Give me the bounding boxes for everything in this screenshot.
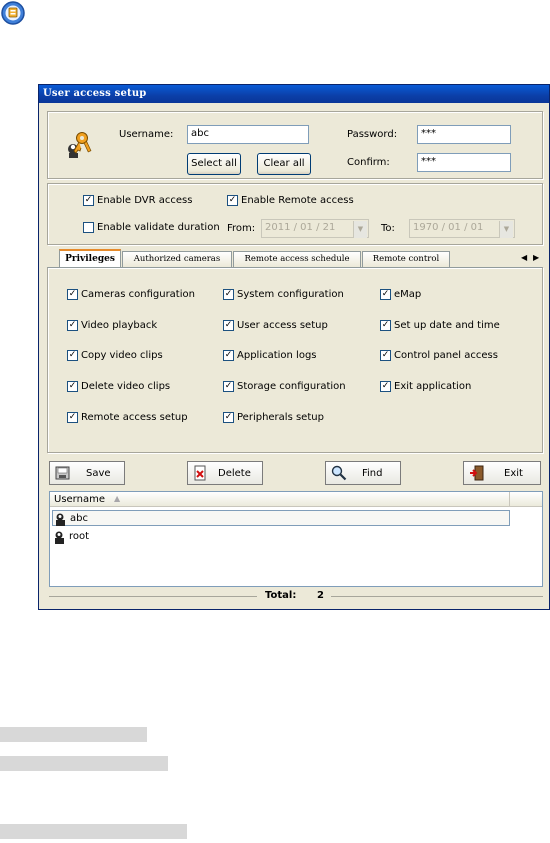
confirm-label: Confirm: [347, 157, 390, 168]
placeholder-bar [0, 727, 147, 742]
privilege-checkbox[interactable]: ✓ [380, 381, 391, 392]
select-all-button[interactable]: Select all [187, 153, 241, 175]
enable-dvr-checkbox[interactable]: ✓ [83, 195, 94, 206]
to-date-value: 1970 / 01 / 01 [413, 222, 484, 233]
user-icon [54, 512, 68, 526]
enable-validate-checkbox[interactable] [83, 222, 94, 233]
enable-remote-label: Enable Remote access [241, 195, 354, 206]
enable-remote-checkbox[interactable]: ✓ [227, 195, 238, 206]
privilege-checkbox[interactable]: ✓ [67, 320, 78, 331]
column-header-username[interactable]: Username ▲ [50, 492, 510, 507]
from-date-picker[interactable]: 2011 / 01 / 21 ▼ [261, 219, 369, 238]
privilege-label: Video playback [81, 320, 158, 331]
save-button[interactable]: Save [49, 461, 125, 485]
save-icon [55, 465, 71, 481]
total-value: 2 [317, 590, 324, 601]
tab-scroll-right-icon[interactable]: ▶ [533, 253, 539, 262]
privilege-label: User access setup [237, 320, 328, 331]
footer-divider-left [49, 596, 257, 597]
privilege-label: Remote access setup [81, 412, 188, 423]
placeholder-bar [0, 756, 168, 771]
username-cell: root [69, 531, 90, 542]
total-label: Total: [265, 590, 297, 601]
delete-label: Delete [218, 468, 251, 479]
privilege-checkbox[interactable]: ✓ [67, 350, 78, 361]
privilege-label: Exit application [394, 381, 472, 392]
find-icon [331, 465, 347, 481]
username-label: Username: [119, 129, 174, 140]
privilege-checkbox[interactable]: ✓ [380, 289, 391, 300]
sort-ascending-icon: ▲ [114, 494, 121, 503]
privilege-checkbox[interactable]: ✓ [67, 289, 78, 300]
privilege-label: Control panel access [394, 350, 498, 361]
chevron-down-icon[interactable]: ▼ [499, 221, 513, 238]
list-item[interactable]: abc [52, 510, 510, 526]
privilege-checkbox[interactable]: ✓ [67, 381, 78, 392]
privilege-checkbox[interactable]: ✓ [223, 350, 234, 361]
exit-icon [469, 465, 485, 481]
privilege-checkbox[interactable]: ✓ [380, 320, 391, 331]
privilege-label: eMap [394, 289, 422, 300]
privilege-checkbox[interactable]: ✓ [223, 320, 234, 331]
privilege-label: Set up date and time [394, 320, 500, 331]
privilege-checkbox[interactable]: ✓ [380, 350, 391, 361]
app-icon [0, 0, 28, 28]
privilege-label: Storage configuration [237, 381, 346, 392]
privilege-label: Copy video clips [81, 350, 163, 361]
privilege-checkbox[interactable]: ✓ [223, 381, 234, 392]
save-label: Save [86, 468, 111, 479]
password-input[interactable]: *** [417, 125, 511, 144]
chevron-down-icon[interactable]: ▼ [353, 221, 367, 238]
tab-remote-control[interactable]: Remote control [362, 251, 450, 267]
from-label: From: [227, 223, 256, 234]
privilege-checkbox[interactable]: ✓ [67, 412, 78, 423]
find-button[interactable]: Find [325, 461, 401, 485]
user-list[interactable]: Username ▲ abc root [49, 491, 543, 587]
window-title: User access setup [43, 88, 147, 99]
list-item[interactable]: root [52, 529, 510, 545]
user-access-setup-window: User access setup Username: abc Password… [38, 84, 550, 610]
clear-all-button[interactable]: Clear all [257, 153, 311, 175]
to-date-picker[interactable]: 1970 / 01 / 01 ▼ [409, 219, 515, 238]
from-date-value: 2011 / 01 / 21 [265, 222, 336, 233]
privilege-label: Cameras configuration [81, 289, 195, 300]
placeholder-bar [0, 824, 187, 839]
enable-dvr-label: Enable DVR access [97, 195, 193, 206]
delete-button[interactable]: Delete [187, 461, 263, 485]
privilege-label: Delete video clips [81, 381, 171, 392]
tab-privileges[interactable]: Privileges [59, 249, 121, 268]
privilege-label: Peripherals setup [237, 412, 324, 423]
title-bar[interactable]: User access setup [39, 85, 549, 103]
privilege-label: System configuration [237, 289, 344, 300]
footer-divider-right [331, 596, 543, 597]
find-label: Find [362, 468, 383, 479]
column-header-label: Username [54, 494, 105, 505]
password-label: Password: [347, 129, 398, 140]
tab-scroll-left-icon[interactable]: ◀ [521, 253, 527, 262]
user-keys-icon [65, 129, 95, 159]
exit-label: Exit [504, 468, 523, 479]
privilege-checkbox[interactable]: ✓ [223, 289, 234, 300]
user-icon [53, 530, 67, 544]
enable-validate-label: Enable validate duration [97, 222, 220, 233]
privilege-checkbox[interactable]: ✓ [223, 412, 234, 423]
to-label: To: [381, 223, 395, 234]
tab-remote-access-schedule[interactable]: Remote access schedule [233, 251, 361, 267]
exit-button[interactable]: Exit [463, 461, 541, 485]
column-header-blank [510, 492, 542, 507]
username-cell: abc [70, 513, 88, 524]
username-input[interactable]: abc [187, 125, 309, 144]
tab-authorized-cameras[interactable]: Authorized cameras [122, 251, 232, 267]
confirm-input[interactable]: *** [417, 153, 511, 172]
privilege-label: Application logs [237, 350, 317, 361]
delete-icon [193, 465, 209, 481]
